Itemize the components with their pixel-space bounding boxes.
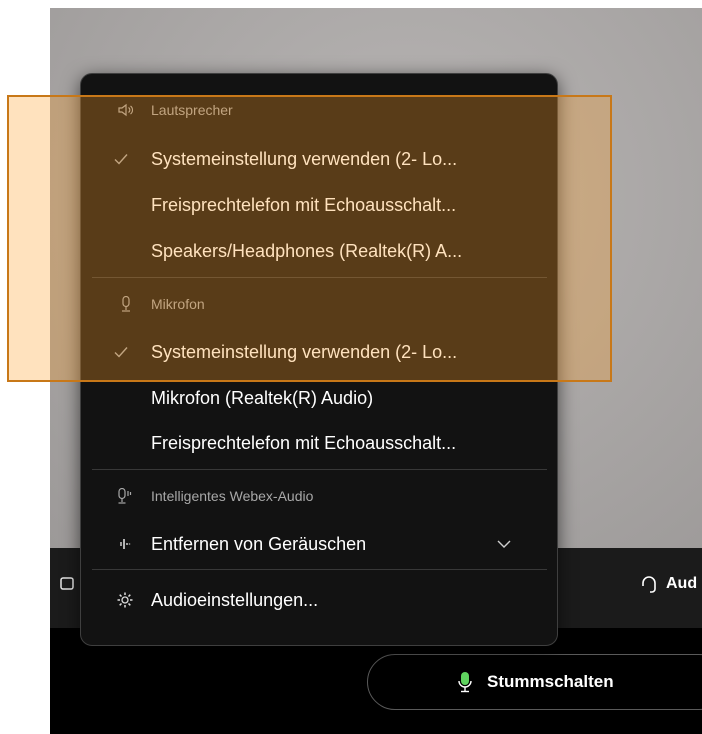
audio-settings-label: Audioeinstellungen...	[151, 590, 319, 610]
microphone-icon	[458, 672, 472, 693]
menu-divider	[92, 469, 547, 470]
mic-option-label: Freisprechtelefon mit Echoausschalt...	[151, 433, 457, 453]
gear-icon	[117, 592, 133, 608]
noise-removal-label: Entfernen von Geräuschen	[151, 534, 367, 554]
chevron-down-icon	[497, 540, 511, 548]
noise-removal-dropdown[interactable]: Entfernen von Geräuschen	[96, 526, 540, 562]
mic-option-speakerphone[interactable]: Freisprechtelefon mit Echoausschalt...	[96, 425, 540, 461]
smart-audio-section-title: Intelligentes Webex-Audio	[151, 488, 314, 504]
audio-button-label[interactable]: Aud	[666, 575, 697, 593]
mic-option-label: Mikrofon (Realtek(R) Audio)	[151, 388, 374, 408]
audio-settings-item[interactable]: Audioeinstellungen...	[96, 582, 540, 618]
noise-removal-icon	[120, 539, 131, 549]
headset-icon[interactable]	[640, 575, 658, 595]
smart-audio-icon	[118, 488, 132, 504]
mute-button-label[interactable]: Stummschalten	[487, 672, 614, 692]
highlight-overlay	[7, 95, 612, 382]
mic-option-realtek[interactable]: Mikrofon (Realtek(R) Audio)	[96, 380, 540, 416]
menu-divider	[92, 569, 547, 570]
share-icon[interactable]	[60, 575, 76, 593]
